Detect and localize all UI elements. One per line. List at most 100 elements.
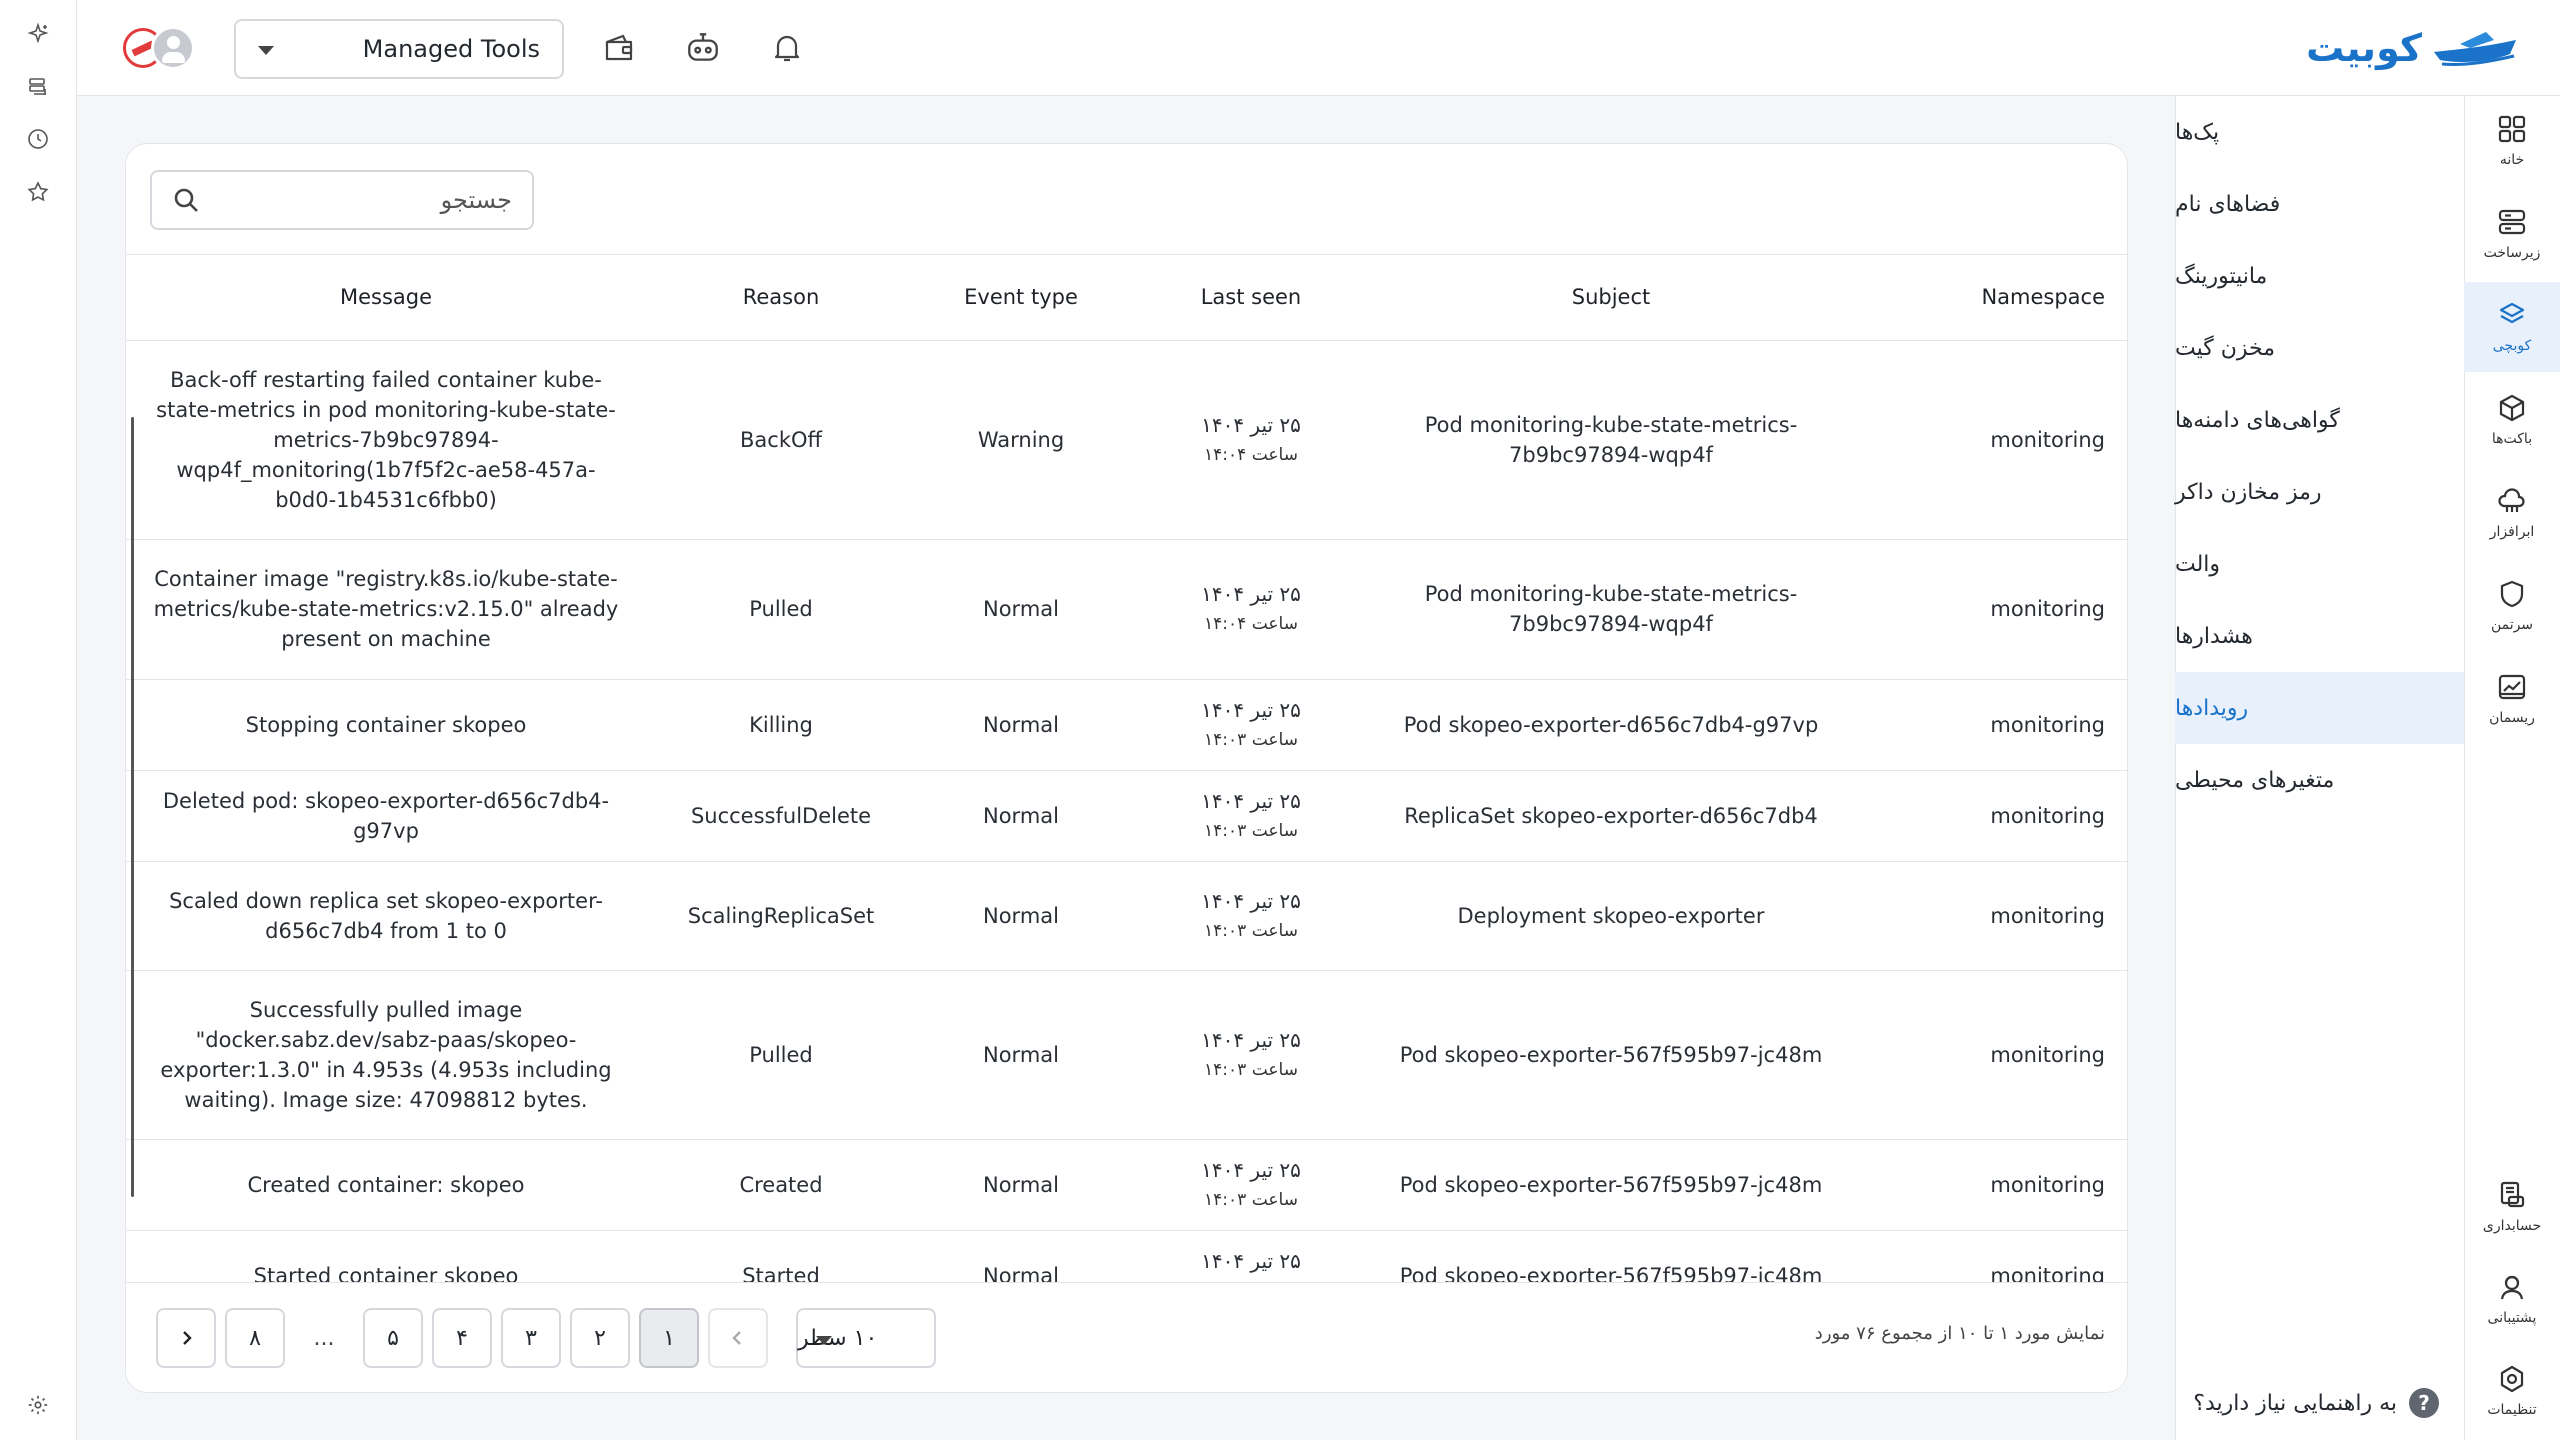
- col-reason[interactable]: Reason: [646, 255, 916, 341]
- cell-namespace: monitoring: [1846, 770, 2127, 862]
- cell-namespace: monitoring: [1846, 1230, 2127, 1284]
- cell-last-seen: ۲۵ تیر ۱۴۰۴ ساعت ۱۴:۰۳: [1126, 679, 1376, 771]
- brand-logo[interactable]: کوبیت: [2306, 26, 2518, 70]
- help-link[interactable]: به راهنمایی نیاز دارید؟ ?: [2193, 1388, 2439, 1418]
- last-seen-date: ۲۵ تیر ۱۴۰۴: [1201, 1248, 1301, 1273]
- clock-icon[interactable]: [23, 124, 53, 154]
- rail-item-infrastructure[interactable]: زیرساخت: [2464, 189, 2560, 279]
- submenu-item-events[interactable]: رویدادها: [2175, 672, 2464, 744]
- rail-item-accounting[interactable]: حسابداری: [2464, 1162, 2560, 1252]
- next-page-button[interactable]: [156, 1308, 216, 1368]
- submenu-item-alerts[interactable]: هشدارها: [2175, 600, 2464, 672]
- submenu-item-git-repo[interactable]: مخزن گیت: [2175, 312, 2464, 384]
- horizontal-scroll-indicator[interactable]: [131, 417, 134, 1197]
- submenu-item-env-vars[interactable]: متغیرهای محیطی: [2175, 744, 2464, 816]
- col-message[interactable]: Message: [126, 255, 646, 341]
- rail-label: کوبچی: [2492, 338, 2532, 354]
- page-button-5[interactable]: ۵: [363, 1308, 423, 1368]
- page-button-2[interactable]: ۲: [570, 1308, 630, 1368]
- page-button-8[interactable]: ۸: [225, 1308, 285, 1368]
- rail-item-sertman[interactable]: سرتمن: [2464, 561, 2560, 651]
- database-icon[interactable]: [23, 72, 53, 102]
- events-table-container[interactable]: Message Reason Event type Last seen Subj…: [126, 254, 2127, 1284]
- table-row[interactable]: Successfully pulled image "docker.sabz.d…: [126, 970, 2127, 1140]
- submenu-item-packs[interactable]: پک‌ها: [2175, 96, 2464, 168]
- table-row[interactable]: Deleted pod: skopeo-exporter-d656c7db4-g…: [126, 770, 2127, 862]
- submenu-label: گواهی‌های دامنه‌ها: [2175, 407, 2340, 433]
- table-row[interactable]: Started container skopeo Started Normal …: [126, 1230, 2127, 1284]
- submenu-label: والت: [2175, 551, 2221, 577]
- avatar-group[interactable]: [123, 26, 203, 72]
- rail-item-home[interactable]: خانه: [2464, 96, 2560, 186]
- top-header: Managed Tools کوبیت: [77, 0, 2560, 96]
- events-card: Message Reason Event type Last seen Subj…: [125, 143, 2128, 1393]
- last-seen-date: ۲۵ تیر ۱۴۰۴: [1201, 888, 1301, 913]
- table-row[interactable]: Back-off restarting failed container kub…: [126, 340, 2127, 540]
- settings-hex-icon: [2500, 1365, 2524, 1393]
- cell-last-seen: ۲۵ تیر ۱۴۰۴ ساعت ۱۴:۰۳: [1126, 861, 1376, 971]
- submenu-label: رویدادها: [2175, 695, 2249, 721]
- left-toolbar: [0, 0, 77, 1440]
- wallet-icon[interactable]: [597, 26, 641, 70]
- star-icon[interactable]: [23, 177, 53, 207]
- last-seen-time: ساعت ۱۴:۰۳: [1204, 1189, 1298, 1210]
- submenu-label: رمز مخازن داکر: [2175, 479, 2322, 505]
- bell-icon[interactable]: [765, 26, 809, 70]
- table-row[interactable]: Created container: skopeo Created Normal…: [126, 1139, 2127, 1231]
- robot-icon[interactable]: [681, 26, 725, 70]
- rail-item-settings[interactable]: تنظیمات: [2464, 1346, 2560, 1436]
- submenu-item-namespaces[interactable]: فضاهای نام: [2175, 168, 2464, 240]
- cell-reason: ScalingReplicaSet: [646, 861, 916, 971]
- submenu-item-vault[interactable]: والت: [2175, 528, 2464, 600]
- last-seen-date: ۲۵ تیر ۱۴۰۴: [1201, 582, 1301, 606]
- gear-icon[interactable]: [23, 1390, 53, 1420]
- events-table: Message Reason Event type Last seen Subj…: [126, 255, 2127, 1284]
- page-ellipsis: ...: [313, 1325, 335, 1351]
- cell-message: Created container: skopeo: [126, 1139, 646, 1231]
- page-button-3[interactable]: ۳: [501, 1308, 561, 1368]
- rail-item-kubchi[interactable]: کوبچی: [2464, 282, 2560, 372]
- search-box[interactable]: [150, 170, 534, 230]
- cell-reason: Started: [646, 1230, 916, 1284]
- submenu-item-docker-secrets[interactable]: رمز مخازن داکر: [2175, 456, 2464, 528]
- cell-namespace: monitoring: [1846, 679, 2127, 771]
- rail-item-buckets[interactable]: باکت‌ها: [2464, 375, 2560, 465]
- rail-label: زیرساخت: [2483, 245, 2541, 261]
- cell-reason: Killing: [646, 679, 916, 771]
- chevron-right-icon: [183, 1331, 192, 1345]
- rail-item-support[interactable]: پشتیبانی: [2464, 1254, 2560, 1344]
- cell-namespace: monitoring: [1846, 861, 2127, 971]
- submenu-item-domain-certs[interactable]: گواهی‌های دامنه‌ها: [2175, 384, 2464, 456]
- cell-event-type: Normal: [916, 539, 1126, 680]
- col-namespace[interactable]: Namespace: [1846, 255, 2127, 341]
- rows-per-page-select[interactable]: ۱۰ سطر: [796, 1308, 936, 1368]
- prev-page-button[interactable]: [708, 1308, 768, 1368]
- page-button-4[interactable]: ۴: [432, 1308, 492, 1368]
- submenu-label: هشدارها: [2175, 623, 2253, 649]
- accounting-icon: [2500, 1181, 2525, 1208]
- sparkle-icon[interactable]: [23, 19, 53, 49]
- submenu-label: فضاهای نام: [2175, 191, 2281, 217]
- last-seen-time: ساعت ۱۴:۰۳: [1204, 920, 1298, 941]
- managed-tools-select[interactable]: Managed Tools: [234, 19, 564, 79]
- cell-last-seen: ۲۵ تیر ۱۴۰۴ ساعت ۱۴:۰۳: [1126, 770, 1376, 862]
- cell-reason: SuccessfulDelete: [646, 770, 916, 862]
- cell-message: Back-off restarting failed container kub…: [126, 340, 646, 540]
- server-icon: [2498, 209, 2526, 235]
- col-last-seen[interactable]: Last seen: [1126, 255, 1376, 341]
- table-row[interactable]: Scaled down replica set skopeo-exporter-…: [126, 861, 2127, 971]
- cell-message: Container image "registry.k8s.io/kube-st…: [126, 539, 646, 680]
- rail-item-cloud[interactable]: ابرافزار: [2464, 468, 2560, 558]
- page-button-1[interactable]: ۱: [639, 1308, 699, 1368]
- rail-label: خانه: [2499, 152, 2525, 168]
- cube-icon: [2499, 394, 2525, 422]
- table-row[interactable]: Stopping container skopeo Killing Normal…: [126, 679, 2127, 771]
- col-event-type[interactable]: Event type: [916, 255, 1126, 341]
- rail-item-risman[interactable]: ریسمان: [2464, 654, 2560, 744]
- cell-message: Scaled down replica set skopeo-exporter-…: [126, 861, 646, 971]
- table-row[interactable]: Container image "registry.k8s.io/kube-st…: [126, 539, 2127, 680]
- search-input[interactable]: [200, 186, 512, 214]
- col-subject[interactable]: Subject: [1376, 255, 1846, 341]
- submenu-item-monitoring[interactable]: مانیتورینگ: [2175, 240, 2464, 312]
- cell-last-seen: ۲۵ تیر ۱۴۰۴ ساعت ۱۴:۰۳: [1126, 970, 1376, 1140]
